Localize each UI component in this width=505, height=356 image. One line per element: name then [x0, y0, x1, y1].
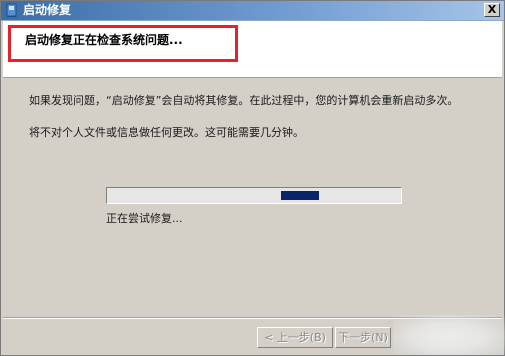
info-paragraph-2: 将不对个人文件或信息做任何更改。这可能需要几分钟。	[29, 126, 304, 139]
progress-status-text: 正在尝试修复...	[106, 212, 183, 225]
startup-repair-window: 启动修复 X 启动修复正在检查系统问题... 如果发现问题，“启动修复”会自动将…	[0, 0, 505, 356]
next-button[interactable]: 下一步(N)	[335, 327, 391, 348]
close-button[interactable]: X	[484, 3, 500, 17]
window-title: 启动修复	[23, 3, 72, 17]
title-bar[interactable]: 启动修复 X	[1, 1, 504, 21]
blurred-watermark	[393, 315, 505, 355]
startup-repair-icon	[6, 3, 17, 17]
info-paragraph-1: 如果发现问题，“启动修复”会自动将其修复。在此过程中，您的计算机会重新启动多次。	[29, 94, 459, 107]
progress-bar	[106, 187, 402, 204]
progress-indicator	[281, 191, 319, 200]
highlight-annotation-box	[8, 25, 238, 62]
back-button[interactable]: < 上一步(B)	[257, 327, 333, 348]
